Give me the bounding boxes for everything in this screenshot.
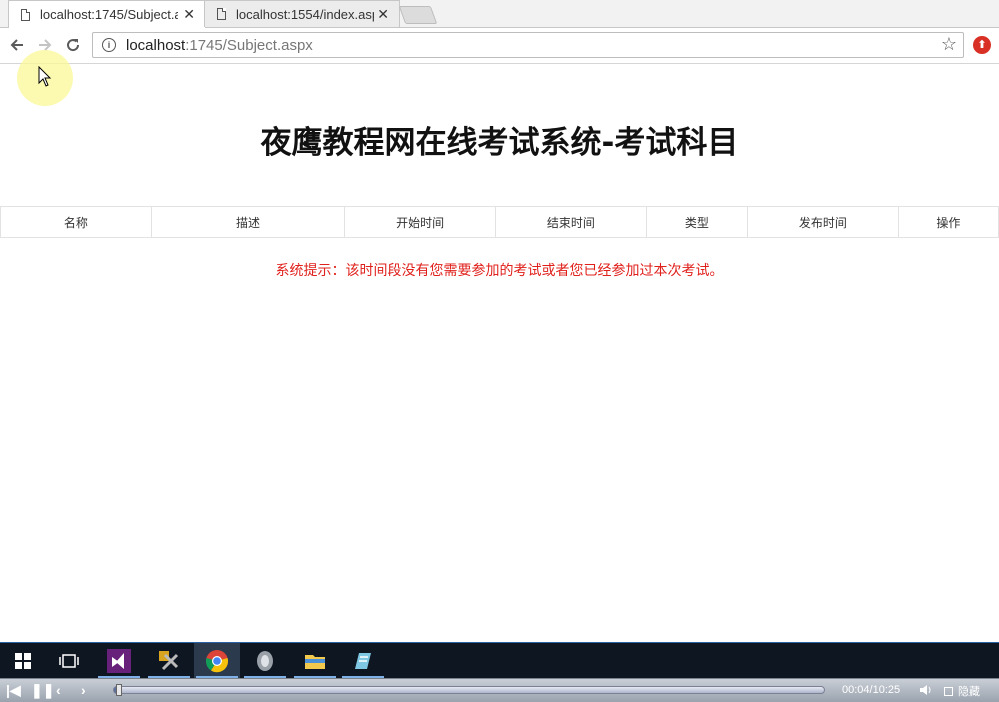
pause-icon[interactable]: ❚❚ [31,682,54,699]
previous-icon[interactable]: ‹ [56,682,61,698]
taskbar-visual-studio[interactable] [96,643,142,678]
media-icon [257,650,273,671]
extension-icon[interactable]: ⬆ [973,36,991,54]
browser-toolbar: i localhost:1745/Subject.aspx ☆ ⬆ [0,28,999,64]
column-header-name: 名称 [0,206,152,238]
url-host: localhost [126,36,186,54]
volume-icon[interactable] [919,683,933,697]
reload-button[interactable] [61,33,85,57]
close-tab-icon[interactable]: ✕ [377,6,389,23]
taskbar-chrome[interactable] [194,643,240,678]
task-view-button[interactable] [46,643,92,678]
taskbar-file-explorer[interactable] [292,643,338,678]
file-explorer-icon [305,654,325,669]
bookmark-star-icon[interactable]: ☆ [941,34,957,55]
back-button[interactable] [5,33,29,57]
visual-studio-icon [107,648,131,673]
progress-track[interactable] [113,686,825,694]
tab-index[interactable]: localhost:1554/index.aspx ✕ [204,0,400,27]
close-tab-icon[interactable]: ✕ [183,6,195,23]
system-notice: 系统提示：该时间段没有您需要参加的考试或者您已经参加过本次考试。 [275,263,724,279]
url-path: :1745/Subject.aspx [185,36,313,54]
page-title: 夜鹰教程网在线考试系统-考试科目 [260,125,739,161]
taskbar-notepad[interactable] [340,643,386,678]
column-header-start-time: 开始时间 [344,206,496,238]
tab-title: localhost:1745/Subject.aspx [40,7,178,22]
taskbar-tools[interactable] [146,643,192,678]
hide-label: 隐藏 [958,685,980,698]
playback-time: 00:04/10:25 [842,684,901,696]
taskbar-media[interactable] [242,643,288,678]
subjects-table: 名称 描述 开始时间 结束时间 类型 发布时间 操作 [0,206,999,238]
windows-start-icon [15,652,31,669]
address-bar[interactable]: i localhost:1745/Subject.aspx ☆ [92,32,964,58]
next-icon[interactable]: › [81,682,86,698]
video-player-bar: |◀ ❚❚ ‹ › 00:04/10:25 隐藏 [0,678,999,702]
back-arrow-icon [10,39,23,51]
column-header-publish-time: 发布时间 [746,206,899,238]
new-tab-button[interactable] [398,6,438,24]
reload-icon [67,39,80,52]
table-header-row: 名称 描述 开始时间 结束时间 类型 发布时间 操作 [0,206,999,238]
column-header-actions: 操作 [897,206,999,238]
column-header-description: 描述 [150,206,346,238]
taskbar [0,642,999,678]
task-view-icon [59,653,79,668]
mouse-cursor-icon [38,66,52,87]
start-button[interactable] [0,643,46,678]
notepad-icon [355,652,371,669]
info-icon[interactable]: i [102,38,116,52]
column-header-type: 类型 [645,206,748,238]
page-icon [217,8,226,20]
tab-strip: localhost:1745/Subject.aspx ✕ localhost:… [0,0,999,28]
hide-toggle[interactable]: 隐藏 [944,683,980,699]
chrome-icon [205,649,229,672]
tools-icon [159,650,179,670]
progress-handle[interactable] [116,684,122,696]
column-header-end-time: 结束时间 [494,206,647,238]
tab-subject[interactable]: localhost:1745/Subject.aspx ✕ [8,0,206,28]
page-icon [21,8,30,21]
skip-start-icon[interactable]: |◀ [6,682,21,699]
tab-title: localhost:1554/index.aspx [236,6,374,22]
hide-checkbox[interactable] [944,686,953,696]
